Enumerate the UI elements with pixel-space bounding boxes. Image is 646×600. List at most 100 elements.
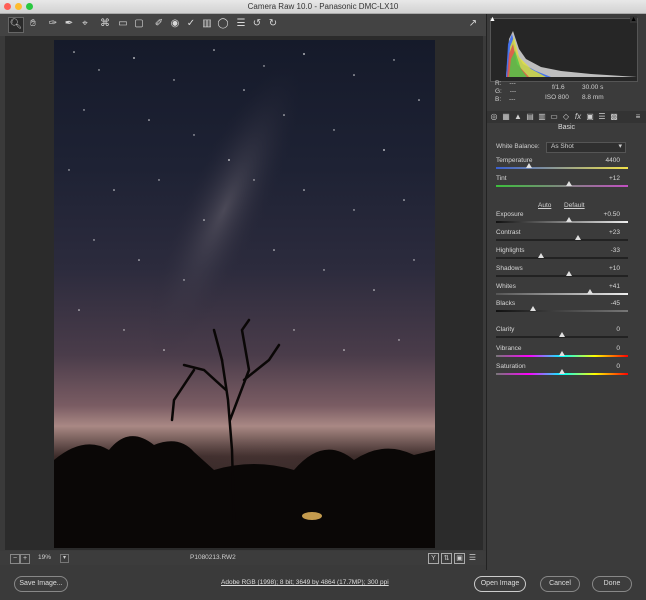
temperature-value[interactable]: 4400 — [606, 157, 620, 164]
detail-tab-icon[interactable]: ▲ — [513, 112, 523, 122]
whites-slider-track[interactable] — [496, 293, 628, 295]
exposure-slider-thumb[interactable] — [565, 217, 572, 222]
panel-menu-icon[interactable]: ≡ — [633, 112, 643, 122]
zoom-in-button[interactable]: + — [20, 554, 30, 564]
save-image-button[interactable]: Save Image... — [14, 576, 68, 592]
saturation-label: Saturation — [496, 363, 526, 370]
blacks-label: Blacks — [496, 300, 516, 307]
highlights-value[interactable]: -33 — [611, 247, 620, 254]
clarity-value[interactable]: 0 — [616, 326, 620, 333]
transform-tab-icon[interactable]: ◇ — [561, 112, 571, 122]
tint-slider-row: Tint +12 — [496, 175, 628, 191]
settings-list-icon[interactable]: ☰ — [468, 553, 477, 562]
adjustment-brush-tool-icon[interactable]: ✓ — [184, 17, 198, 31]
blacks-slider-thumb[interactable] — [529, 306, 536, 311]
fullscreen-toggle-icon[interactable]: ↗ — [466, 17, 480, 31]
highlights-slider-track[interactable] — [496, 257, 628, 259]
exposure-slider-track[interactable] — [496, 221, 628, 223]
transform-tool-icon[interactable]: ▢ — [132, 17, 146, 31]
straighten-tool-icon[interactable]: ▭ — [116, 17, 130, 31]
tint-value[interactable]: +12 — [609, 175, 620, 182]
basic-tab-icon[interactable]: ◎ — [489, 112, 499, 122]
presets-tab-icon[interactable]: ☰ — [597, 112, 607, 122]
blacks-slider-track[interactable] — [496, 310, 628, 312]
shadows-value[interactable]: +10 — [609, 265, 620, 272]
contrast-slider-thumb[interactable] — [574, 235, 581, 240]
white-balance-select[interactable]: As Shot ▾ — [546, 142, 626, 153]
open-image-button[interactable]: Open Image — [474, 576, 526, 592]
saturation-value[interactable]: 0 — [616, 363, 620, 370]
contrast-value[interactable]: +23 — [609, 229, 620, 236]
vibrance-value[interactable]: 0 — [616, 345, 620, 352]
default-button[interactable]: Default — [564, 202, 585, 209]
snapshots-tab-icon[interactable]: ▩ — [609, 112, 619, 122]
red-eye-tool-icon[interactable]: ◉ — [168, 17, 182, 31]
aperture: f/1.6 — [552, 84, 565, 91]
tint-slider-track[interactable] — [496, 185, 628, 187]
shadows-slider-thumb[interactable] — [565, 271, 572, 276]
auto-button[interactable]: Auto — [538, 202, 551, 209]
white-balance-tool-icon[interactable]: ✑ — [46, 17, 60, 31]
clarity-slider-row: Clarity 0 — [496, 326, 628, 342]
shadow-clipping-warning-icon[interactable]: ▲ — [489, 16, 496, 23]
graduated-filter-tool-icon[interactable]: ▥ — [200, 17, 214, 31]
hand-tool-icon[interactable]: ✋︎ — [26, 17, 40, 31]
white-balance-row: White Balance: As Shot ▾ — [496, 142, 628, 154]
highlights-slider-thumb[interactable] — [537, 253, 544, 258]
vibrance-slider-thumb[interactable] — [559, 351, 565, 356]
before-after-y-icon[interactable]: Y — [428, 553, 439, 564]
before-after-toggle-icon[interactable]: ⇅ — [441, 553, 452, 564]
copy-settings-icon[interactable]: ▣ — [454, 553, 465, 564]
temperature-slider-row: Temperature 4400 — [496, 157, 628, 173]
target-adjustment-tool-icon[interactable]: ⌖ — [78, 17, 92, 31]
workflow-options-link[interactable]: Adobe RGB (1998); 8 bit; 3649 by 4864 (1… — [221, 579, 389, 586]
tint-label: Tint — [496, 175, 507, 182]
clarity-slider-thumb[interactable] — [559, 332, 565, 337]
preferences-icon[interactable]: ☰ — [234, 17, 248, 31]
hsl-tab-icon[interactable]: ▤ — [525, 112, 535, 122]
highlight-clipping-warning-icon[interactable]: ▲ — [630, 16, 637, 23]
split-toning-tab-icon[interactable]: ▥ — [537, 112, 547, 122]
clarity-label: Clarity — [496, 326, 515, 333]
iso: ISO 800 — [545, 94, 569, 101]
histogram: ▲ ▲ — [489, 16, 638, 82]
color-sampler-tool-icon[interactable]: ✒ — [62, 17, 76, 31]
photo-preview[interactable] — [54, 40, 435, 548]
temperature-slider-track[interactable] — [496, 167, 628, 169]
shadows-slider-row: Shadows +10 — [496, 265, 628, 281]
radial-filter-tool-icon[interactable]: ◯ — [216, 17, 230, 31]
zoom-out-button[interactable]: − — [10, 554, 20, 564]
whites-value[interactable]: +41 — [609, 283, 620, 290]
whites-slider-thumb[interactable] — [586, 289, 593, 294]
done-button[interactable]: Done — [592, 576, 632, 592]
cancel-button[interactable]: Cancel — [540, 576, 580, 592]
shadows-slider-track[interactable] — [496, 275, 628, 277]
rotate-cw-icon[interactable]: ↻ — [266, 17, 280, 31]
rotate-ccw-icon[interactable]: ↺ — [250, 17, 264, 31]
lens-tab-icon[interactable]: ▭ — [549, 112, 559, 122]
panel-tabs: ◎ ▦ ▲ ▤ ▥ ▭ ◇ fx ▣ ☰ ▩ ≡ — [487, 111, 646, 123]
whites-slider-row: Whites +41 — [496, 283, 628, 299]
bottom-bar: Save Image... Adobe RGB (1998); 8 bit; 3… — [0, 570, 646, 600]
zoom-dropdown-icon[interactable]: ▾ — [60, 554, 69, 563]
temperature-slider-thumb[interactable] — [526, 163, 532, 168]
camera-calibration-tab-icon[interactable]: ▣ — [585, 112, 595, 122]
exposure-value[interactable]: +0.50 — [604, 211, 620, 218]
zoom-level[interactable]: 19% — [38, 554, 51, 561]
contrast-slider-track[interactable] — [496, 239, 628, 241]
tone-curve-tab-icon[interactable]: ▦ — [501, 112, 511, 122]
focal-length: 8.8 mm — [582, 94, 604, 101]
vibrance-label: Vibrance — [496, 345, 522, 352]
tint-slider-thumb[interactable] — [565, 181, 572, 186]
zoom-tool-icon[interactable]: 🔍︎ — [8, 17, 24, 33]
histogram-graph — [506, 31, 637, 77]
preview-status-bar: − + 19% ▾ P1080213.RW2 Y ⇅ ▣ ☰ — [0, 551, 486, 565]
shadows-label: Shadows — [496, 265, 523, 272]
crop-tool-icon[interactable]: ⌘ — [98, 17, 112, 31]
saturation-slider-thumb[interactable] — [559, 369, 565, 374]
spot-removal-tool-icon[interactable]: ✐ — [152, 17, 166, 31]
exposure-label: Exposure — [496, 211, 524, 218]
blacks-value[interactable]: -45 — [611, 300, 620, 307]
highlights-slider-row: Highlights -33 — [496, 247, 628, 263]
effects-tab-icon[interactable]: fx — [573, 112, 583, 122]
